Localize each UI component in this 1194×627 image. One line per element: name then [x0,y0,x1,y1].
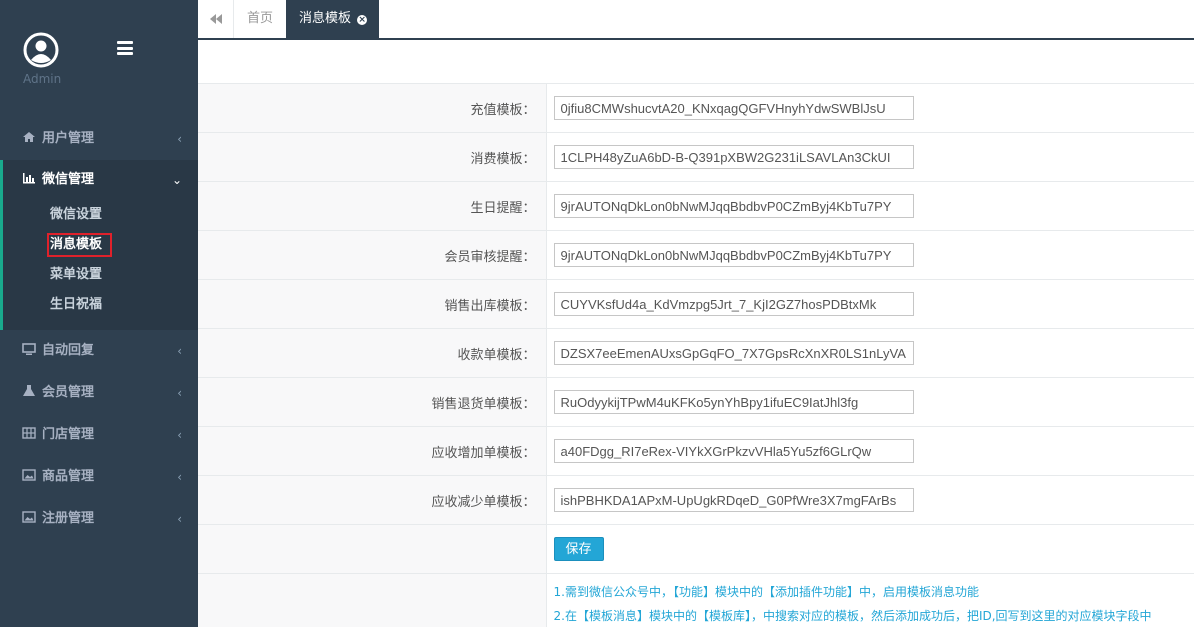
form-row: 销售出库模板： [198,279,1194,329]
chevron-down-icon: ⌄ [171,173,182,187]
chevron-left-icon: ‹ [177,512,182,526]
field-label: 销售出库模板： [198,279,547,329]
help-note-2: 2.在【模板消息】模块中的【模板库】，中搜索对应的模板，然后添加成功后，把ID,… [553,609,1152,623]
tab-scroll-left-button[interactable] [198,0,234,38]
chevron-left-icon: ‹ [177,470,182,484]
chevron-left-icon: ‹ [177,386,182,400]
chevron-left-icon: ‹ [177,344,182,358]
form-row: 会员审核提醒： [198,230,1194,280]
flask-icon [23,385,35,396]
sidebar-item-store-management[interactable]: 门店管理 ‹ [0,414,198,456]
app-root: Admin 用户管理 ‹ 微信管理 ⌄ 微信设置 消息模板 菜单设置 生日祝福 … [0,0,1194,627]
sales-return-template-input[interactable] [553,390,914,414]
form-row: 充值模板： [198,83,1194,133]
help-notes: 1.需到微信公众号中，【功能】模块中的【添加插件功能】中，启用模板消息功能 2.… [546,573,1194,627]
field-label: 生日提醒： [198,181,547,231]
home-icon [23,132,35,142]
grid-icon [22,427,36,439]
field-label: 会员审核提醒： [198,230,547,280]
sidebar: Admin 用户管理 ‹ 微信管理 ⌄ 微信设置 消息模板 菜单设置 生日祝福 … [0,0,198,627]
sidebar-subitem-menu-settings[interactable]: 菜单设置 [3,260,198,290]
empty-label [198,524,547,574]
sidebar-nav: 用户管理 ‹ 微信管理 ⌄ 微信设置 消息模板 菜单设置 生日祝福 自动回复 ‹… [0,118,198,540]
content-top-spacer [198,42,1194,83]
bar-chart-icon [23,173,35,184]
sidebar-item-label: 注册管理 [42,511,95,526]
sidebar-subitem-label: 消息模板 [50,237,103,252]
double-chevron-left-icon [209,14,222,24]
chevron-left-icon: ‹ [177,428,182,442]
sidebar-item-product-management[interactable]: 商品管理 ‹ [0,456,198,498]
sidebar-item-auto-reply[interactable]: 自动回复 ‹ [0,330,198,372]
form-row: 收款单模板： [198,328,1194,378]
field-label: 充值模板： [198,83,547,133]
empty-label [198,573,547,627]
receipt-template-input[interactable] [553,341,914,365]
sidebar-item-label: 会员管理 [42,385,95,400]
sidebar-subitem-wechat-settings[interactable]: 微信设置 [3,200,198,230]
birthday-reminder-input[interactable] [553,194,914,218]
sidebar-submenu: 微信设置 消息模板 菜单设置 生日祝福 [3,200,198,330]
sidebar-item-label: 自动回复 [42,343,95,358]
field-label: 销售退货单模板： [198,377,547,427]
form-row: 消费模板： [198,132,1194,182]
member-review-reminder-input[interactable] [553,243,914,267]
menu-toggle-icon[interactable] [117,41,133,55]
template-form: 充值模板： 消费模板： 生日提醒： 会员审核提醒： 销售出库模板： [198,83,1194,627]
main-content: 充值模板： 消费模板： 生日提醒： 会员审核提醒： 销售出库模板： [198,42,1194,627]
form-row: 生日提醒： [198,181,1194,231]
field-label: 收款单模板： [198,328,547,378]
sidebar-item-member-management[interactable]: 会员管理 ‹ [0,372,198,414]
save-button[interactable]: 保存 [553,537,604,561]
sidebar-item-label: 商品管理 [42,469,95,484]
field-label: 应收减少单模板： [198,475,547,525]
close-icon[interactable]: × [357,15,368,25]
consumption-template-input[interactable] [553,145,914,169]
help-note-1: 1.需到微信公众号中，【功能】模块中的【添加插件功能】中，启用模板消息功能 [553,585,979,599]
field-label: 应收增加单模板： [198,426,547,476]
sidebar-subitem-message-template[interactable]: 消息模板 [3,230,198,260]
field-label: 消费模板： [198,132,547,182]
receivable-decrease-template-input[interactable] [553,488,914,512]
admin-label: Admin [23,72,62,86]
sidebar-item-label: 微信管理 [42,172,95,187]
sales-outbound-template-input[interactable] [553,292,914,316]
form-row: 应收减少单模板： [198,475,1194,525]
image-icon [22,511,36,523]
sidebar-item-user-management[interactable]: 用户管理 ‹ [0,118,198,160]
sidebar-group-wechat: 微信管理 ⌄ 微信设置 消息模板 菜单设置 生日祝福 [0,160,198,330]
recharge-template-input[interactable] [553,96,914,120]
sidebar-subitem-birthday-wishes[interactable]: 生日祝福 [3,290,198,320]
form-row: 应收增加单模板： [198,426,1194,476]
monitor-icon [22,343,36,355]
sidebar-item-registration-management[interactable]: 注册管理 ‹ [0,498,198,540]
form-row: 销售退货单模板： [198,377,1194,427]
chevron-left-icon: ‹ [177,132,182,146]
tab-label: 消息模板 [299,11,352,26]
receivable-increase-template-input[interactable] [553,439,914,463]
sidebar-item-label: 门店管理 [42,427,95,442]
form-row-notes: 1.需到微信公众号中，【功能】模块中的【添加插件功能】中，启用模板消息功能 2.… [198,573,1194,627]
user-avatar-icon[interactable] [23,32,59,68]
sidebar-item-label: 用户管理 [42,131,95,146]
image-icon [22,469,36,481]
sidebar-item-wechat-management[interactable]: 微信管理 ⌄ [3,160,198,200]
tab-home[interactable]: 首页 [234,0,288,38]
tab-bar: 首页 消息模板 × [198,0,1194,40]
tab-message-template[interactable]: 消息模板 × [286,0,380,38]
form-row-actions: 保存 [198,524,1194,574]
